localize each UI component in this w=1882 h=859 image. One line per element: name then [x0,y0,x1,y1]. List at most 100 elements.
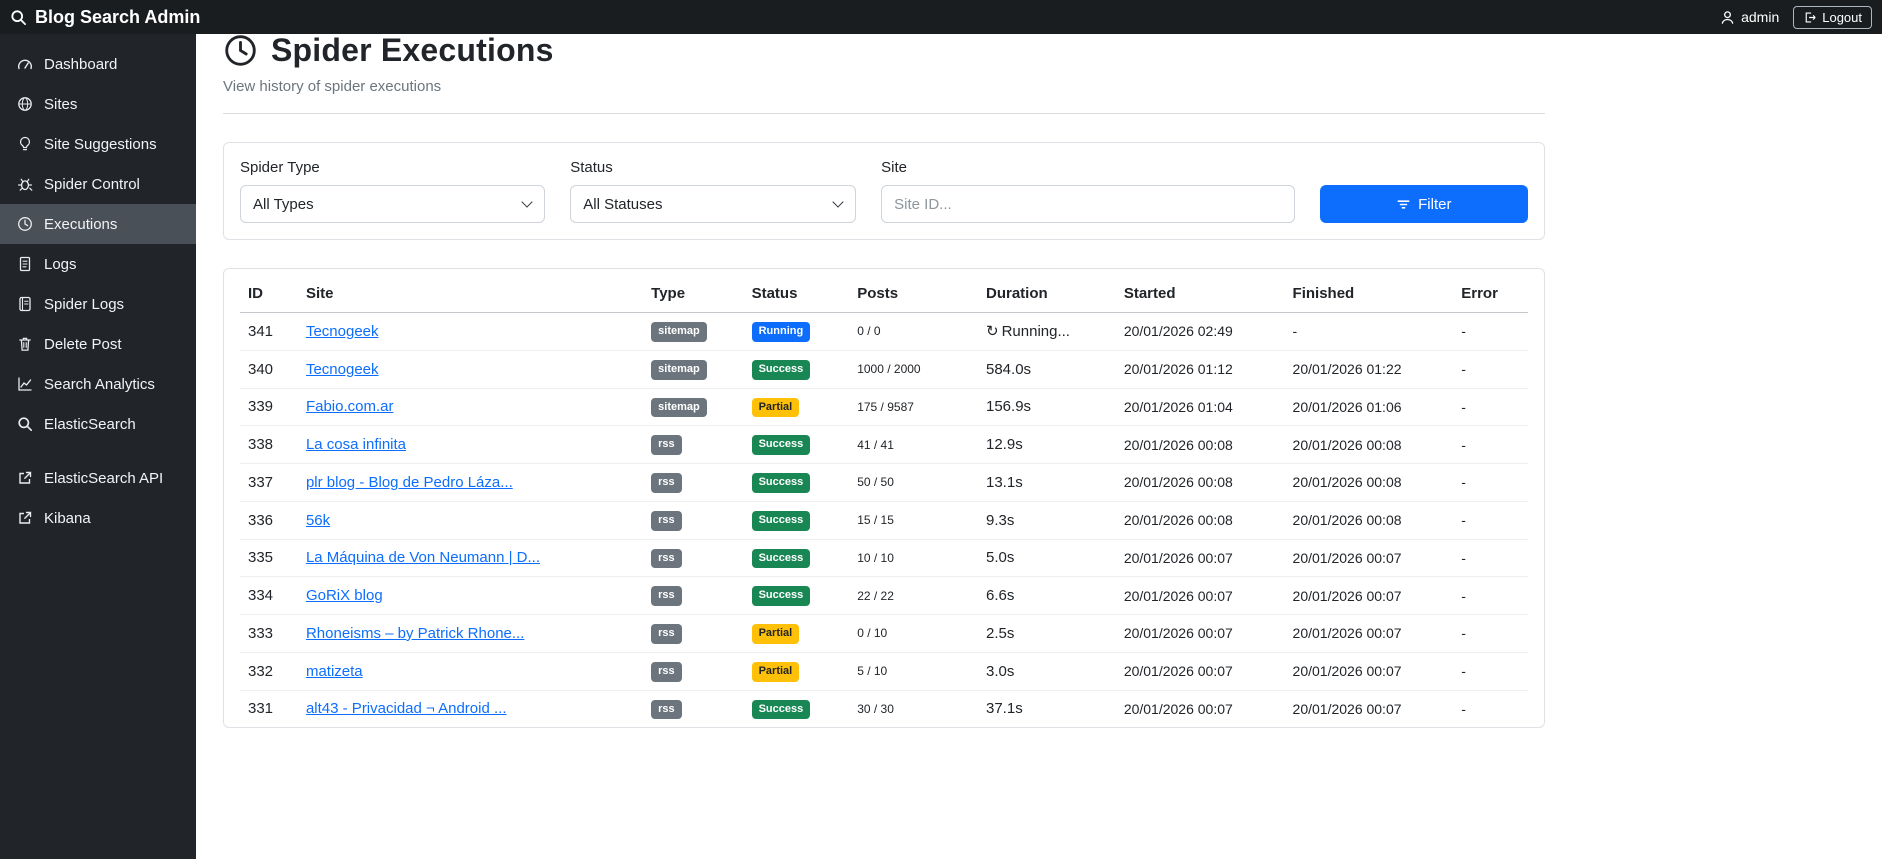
sidebar-item-elasticsearch-api[interactable]: ElasticSearch API [0,458,196,498]
status-badge: Partial [751,661,800,682]
column-header-error: Error [1453,275,1528,313]
duration: ↻ Running... [978,312,1116,351]
site-link[interactable]: Tecnogeek [306,323,379,340]
type-badge: rss [651,661,682,682]
sidebar-item-spider-logs[interactable]: Spider Logs [0,284,196,324]
filter-panel: Spider Type All Types Status All Statuse… [223,142,1545,240]
posts-count: 10 / 10 [849,539,978,578]
page-subtitle: View history of spider executions [223,78,442,95]
column-header-posts: Posts [849,275,978,313]
duration: 12.9s [978,425,1116,464]
table-header-row: ID Site Type Status Posts Duration Started Fini… [240,275,1528,313]
execution-id: 334 [240,576,298,615]
logout-label: Logout [1822,9,1862,25]
type-badge: rss [651,435,682,455]
started-at: 20/01/2026 00:08 [1115,463,1285,502]
spider-type-select-wrap: All Types [240,185,546,223]
graph-icon [17,376,33,392]
status-badge: Partial [751,624,800,644]
type-badge: sitemap [651,322,707,342]
globe-icon [17,96,33,112]
execution-id: 336 [240,501,298,540]
finished-at: 20/01/2026 00:08 [1284,501,1454,540]
error-value: - [1453,501,1528,540]
divider [223,113,1545,114]
sidebar-item-elasticsearch[interactable]: ElasticSearch [0,404,196,444]
error-value: - [1453,614,1528,653]
external-icon [17,470,33,486]
sidebar-item-label: ElasticSearch API [44,469,164,487]
site-id-input[interactable] [881,185,1295,223]
started-at: 20/01/2026 00:08 [1115,501,1285,540]
type-badge: rss [651,699,682,720]
logout-button[interactable]: Logout [1793,5,1872,29]
started-at: 20/01/2026 00:08 [1115,425,1285,464]
sidebar-item-site-suggestions[interactable]: Site Suggestions [0,124,196,164]
finished-at: 20/01/2026 01:06 [1284,388,1454,427]
journal-icon [17,296,33,312]
app-title: Blog Search Admin [35,6,201,27]
sidebar-item-label: Sites [44,95,78,113]
column-header-site: Site [297,275,644,313]
site-link[interactable]: matizeta [306,663,363,680]
error-value: - [1453,312,1528,351]
lightbulb-icon [17,136,33,152]
username: admin [1741,9,1780,25]
started-at: 20/01/2026 00:07 [1115,652,1285,691]
external-icon [17,510,33,526]
started-at: 20/01/2026 00:07 [1115,614,1285,653]
posts-count: 22 / 22 [849,576,978,615]
started-at: 20/01/2026 02:49 [1115,312,1285,351]
refresh-icon: ↻ [986,323,999,341]
started-at: 20/01/2026 00:07 [1115,539,1285,578]
duration: 584.0s [978,350,1116,389]
column-header-finished: Finished [1284,275,1454,313]
posts-count: 175 / 9587 [849,388,978,427]
sidebar-item-delete-post[interactable]: Delete Post [0,324,196,364]
execution-id: 338 [240,425,298,464]
sidebar-item-dashboard[interactable]: Dashboard [0,44,196,84]
table-row: 335 La Máquina de Von Neumann | D... rss Su… [240,539,1528,578]
status-select[interactable]: All Statuses [570,185,857,223]
sidebar-item-label: Search Analytics [44,375,155,393]
column-header-status: Status [743,275,850,313]
sidebar-item-label: Kibana [44,509,91,527]
type-badge: rss [651,510,682,531]
type-badge: sitemap [651,359,707,380]
executions-table-card: ID Site Type Status Posts Duration Started Fini… [223,268,1545,729]
sidebar-item-label: Spider Control [44,175,140,193]
site-link[interactable]: GoRiX blog [306,587,383,604]
error-value: - [1453,350,1528,389]
site-link[interactable]: Rhoneisms – by Patrick Rhone... [306,625,524,642]
duration: 5.0s [978,539,1116,578]
filter-button[interactable]: Filter [1319,185,1528,223]
sidebar-item-label: ElasticSearch [44,415,136,433]
sidebar-item-executions[interactable]: Executions [0,204,196,244]
site-link[interactable]: La cosa infinita [306,436,406,453]
sidebar-item-label: Delete Post [44,335,122,353]
sidebar-item-spider-control[interactable]: Spider Control [0,164,196,204]
table-row: 334 GoRiX blog rss Success 22 / 22 6.6s 20/01/… [240,576,1528,615]
sidebar-item-label: Executions [44,215,118,233]
sidebar-item-sites[interactable]: Sites [0,84,196,124]
spider-type-select[interactable]: All Types [240,185,546,223]
sidebar-item-label: Site Suggestions [44,135,157,153]
sidebar-item-search-analytics[interactable]: Search Analytics [0,364,196,404]
site-link[interactable]: Tecnogeek [306,361,379,378]
person-icon [1720,10,1735,25]
status-badge: Success [751,548,811,569]
column-header-started: Started [1115,275,1285,313]
site-link[interactable]: La Máquina de Von Neumann | D... [306,549,540,566]
sidebar-item-logs[interactable]: Logs [0,244,196,284]
clock-icon [17,216,33,232]
column-header-type: Type [643,275,744,313]
site-link[interactable]: alt43 - Privacidad ¬ Android ... [306,700,507,717]
finished-at: 20/01/2026 00:07 [1292,700,1402,717]
sidebar-item-kibana[interactable]: Kibana [0,498,196,538]
site-link[interactable]: 56k [306,512,330,529]
table-row: 337 plr blog - Blog de Pedro Láza... rss Su… [240,463,1528,502]
posts-count: 0 / 10 [849,614,978,653]
site-link[interactable]: Fabio.com.ar [306,398,394,415]
site-link[interactable]: plr blog - Blog de Pedro Láza... [306,474,513,491]
page-header: Spider Executions [223,32,1545,69]
